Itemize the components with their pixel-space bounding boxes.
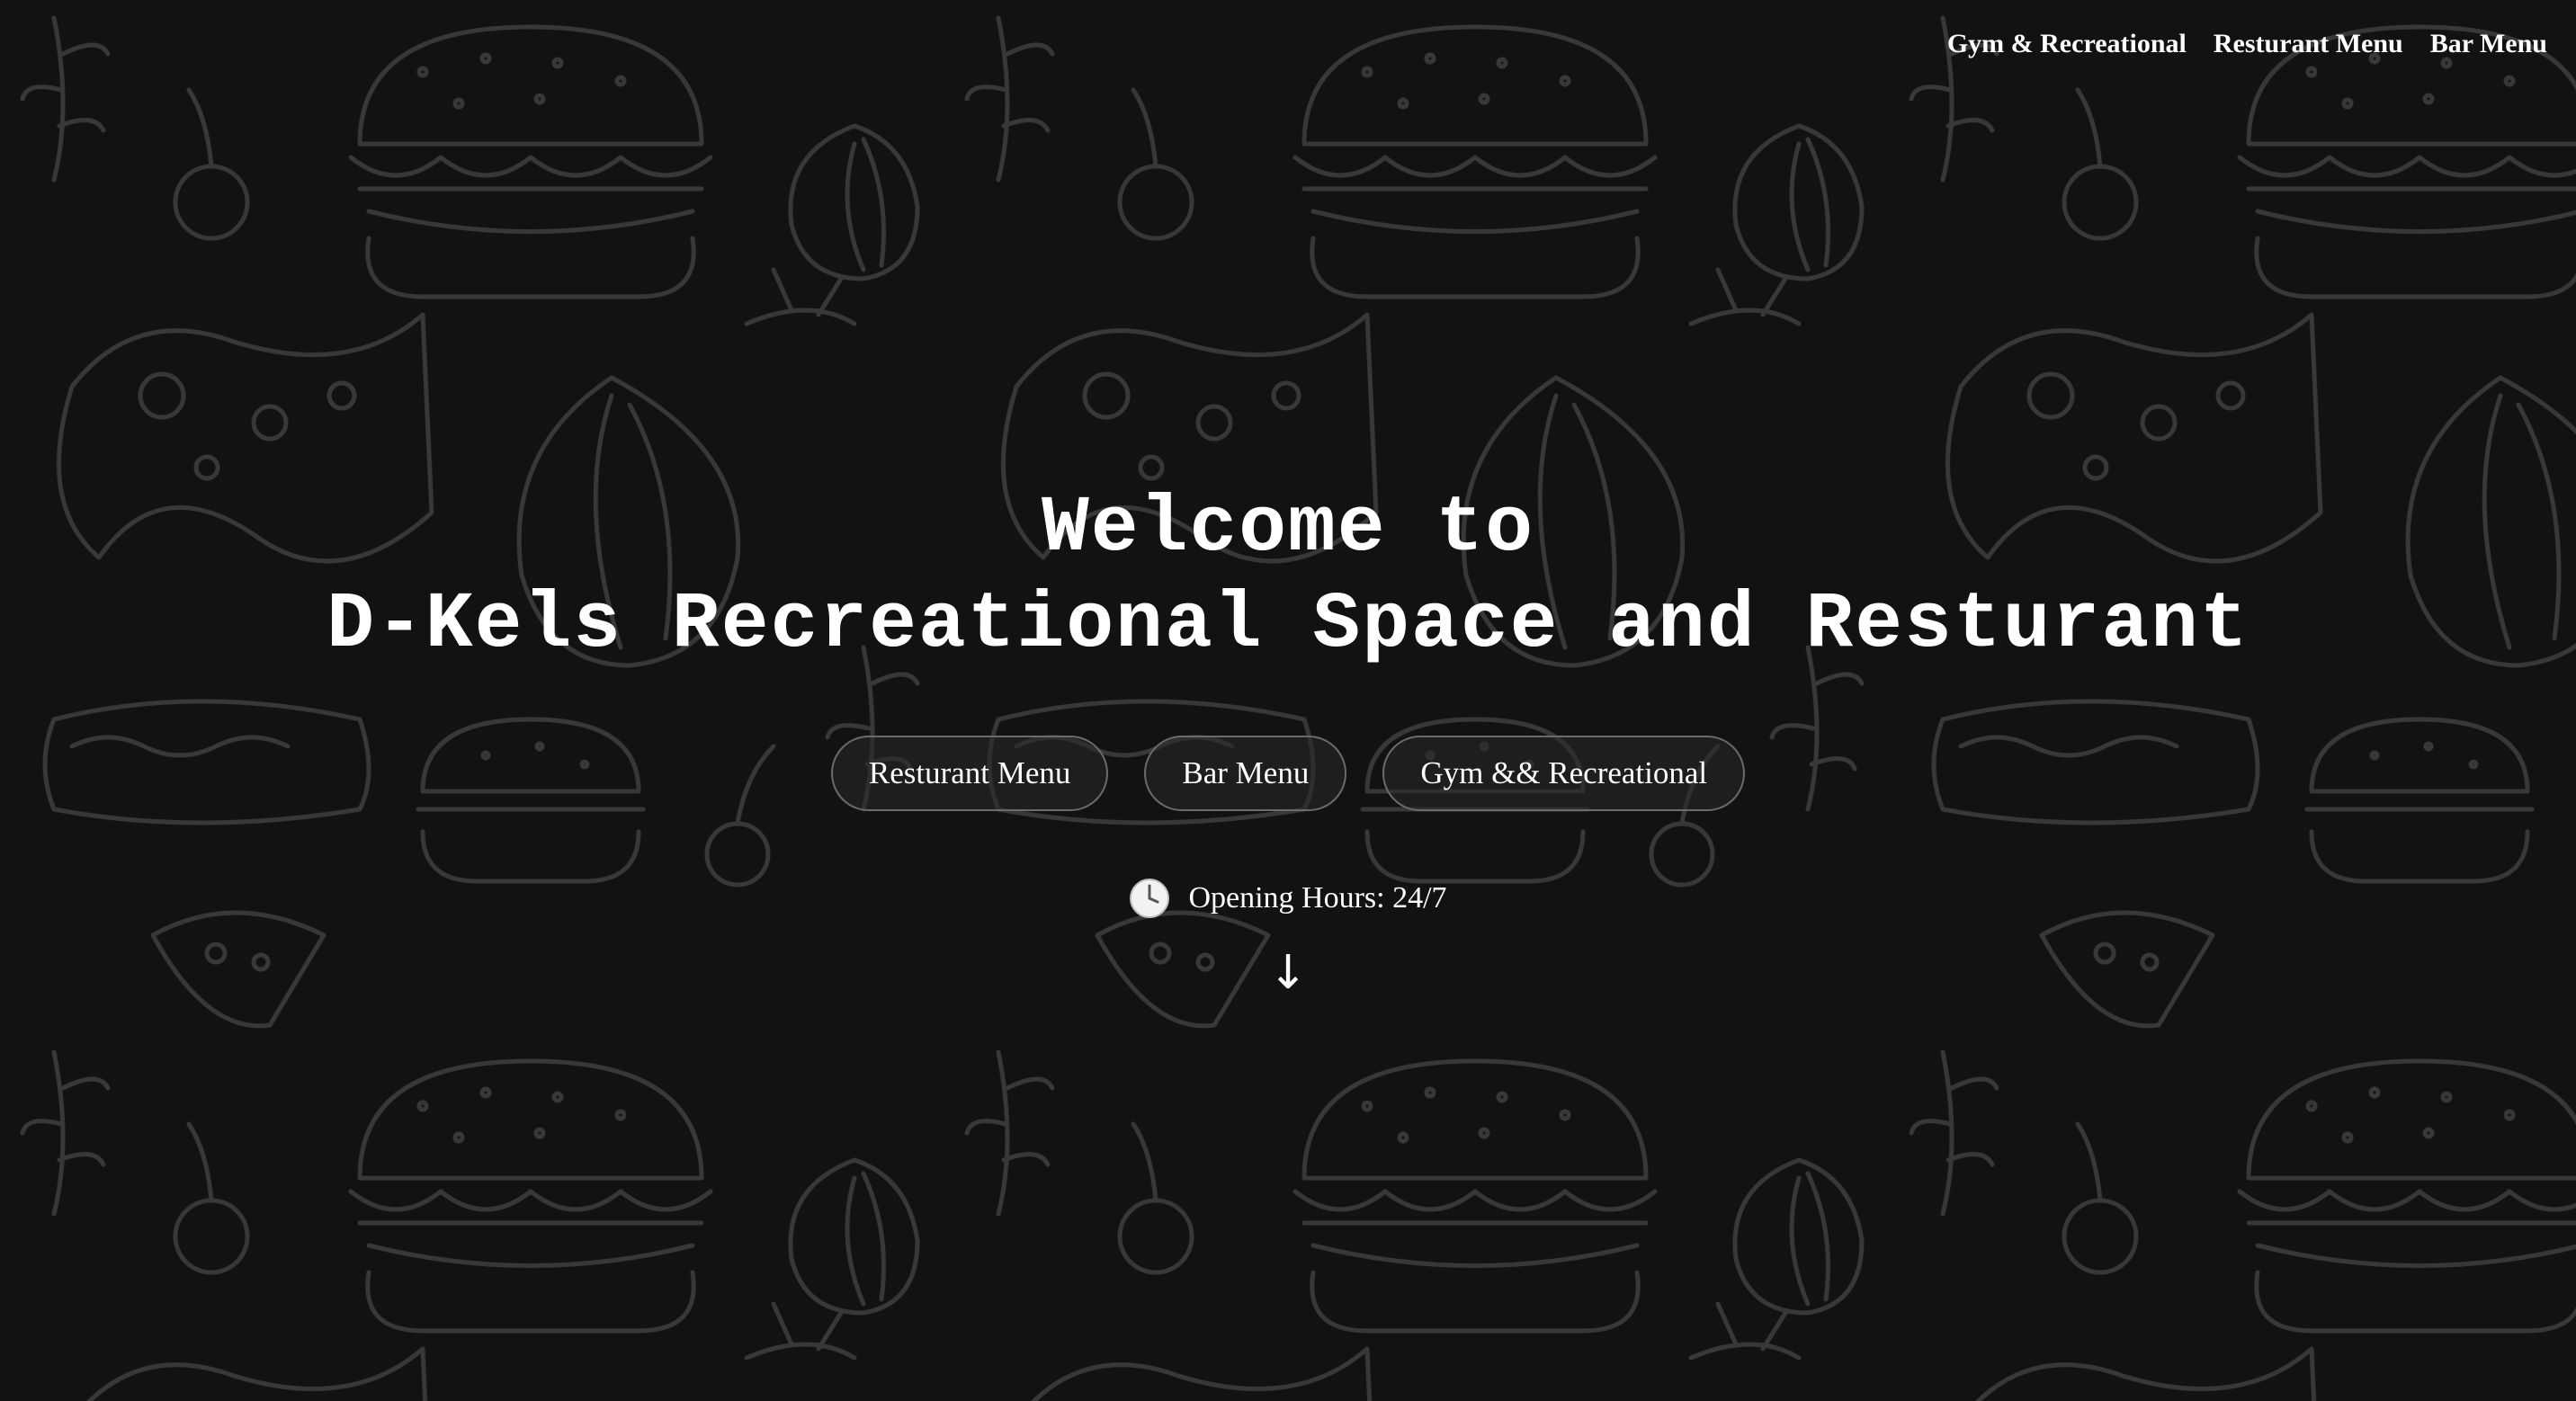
opening-hours: Opening Hours: 24/7 [0, 878, 2576, 919]
hero-buttons: Resturant Menu Bar Menu Gym && Recreatio… [0, 736, 2576, 811]
opening-hours-text: Opening Hours: 24/7 [1188, 881, 1447, 915]
nav-link-bar-menu[interactable]: Bar Menu [2430, 31, 2547, 58]
nav-link-gym-recreational[interactable]: Gym & Recreational [1947, 31, 2187, 58]
nav-link-resturant-menu[interactable]: Resturant Menu [2214, 31, 2403, 58]
landing-page: Gym & Recreational Resturant Menu Bar Me… [0, 0, 2576, 1401]
hero-title: Welcome to D-Kels Recreational Space and… [0, 481, 2576, 674]
bar-menu-button[interactable]: Bar Menu [1144, 736, 1347, 811]
clock-icon [1130, 879, 1170, 918]
resturant-menu-button[interactable]: Resturant Menu [830, 736, 1109, 811]
hero-title-line1: Welcome to [1041, 485, 1535, 574]
food-doodle-background [0, 0, 2576, 1401]
down-arrow-icon[interactable]: ↓ [0, 946, 2576, 1000]
hero-section: Welcome to D-Kels Recreational Space and… [0, 481, 2576, 674]
hero-title-line2: D-Kels Recreational Space and Resturant [326, 581, 2250, 670]
gym-recreational-button[interactable]: Gym && Recreational [1382, 736, 1746, 811]
top-navigation: Gym & Recreational Resturant Menu Bar Me… [1947, 31, 2547, 58]
